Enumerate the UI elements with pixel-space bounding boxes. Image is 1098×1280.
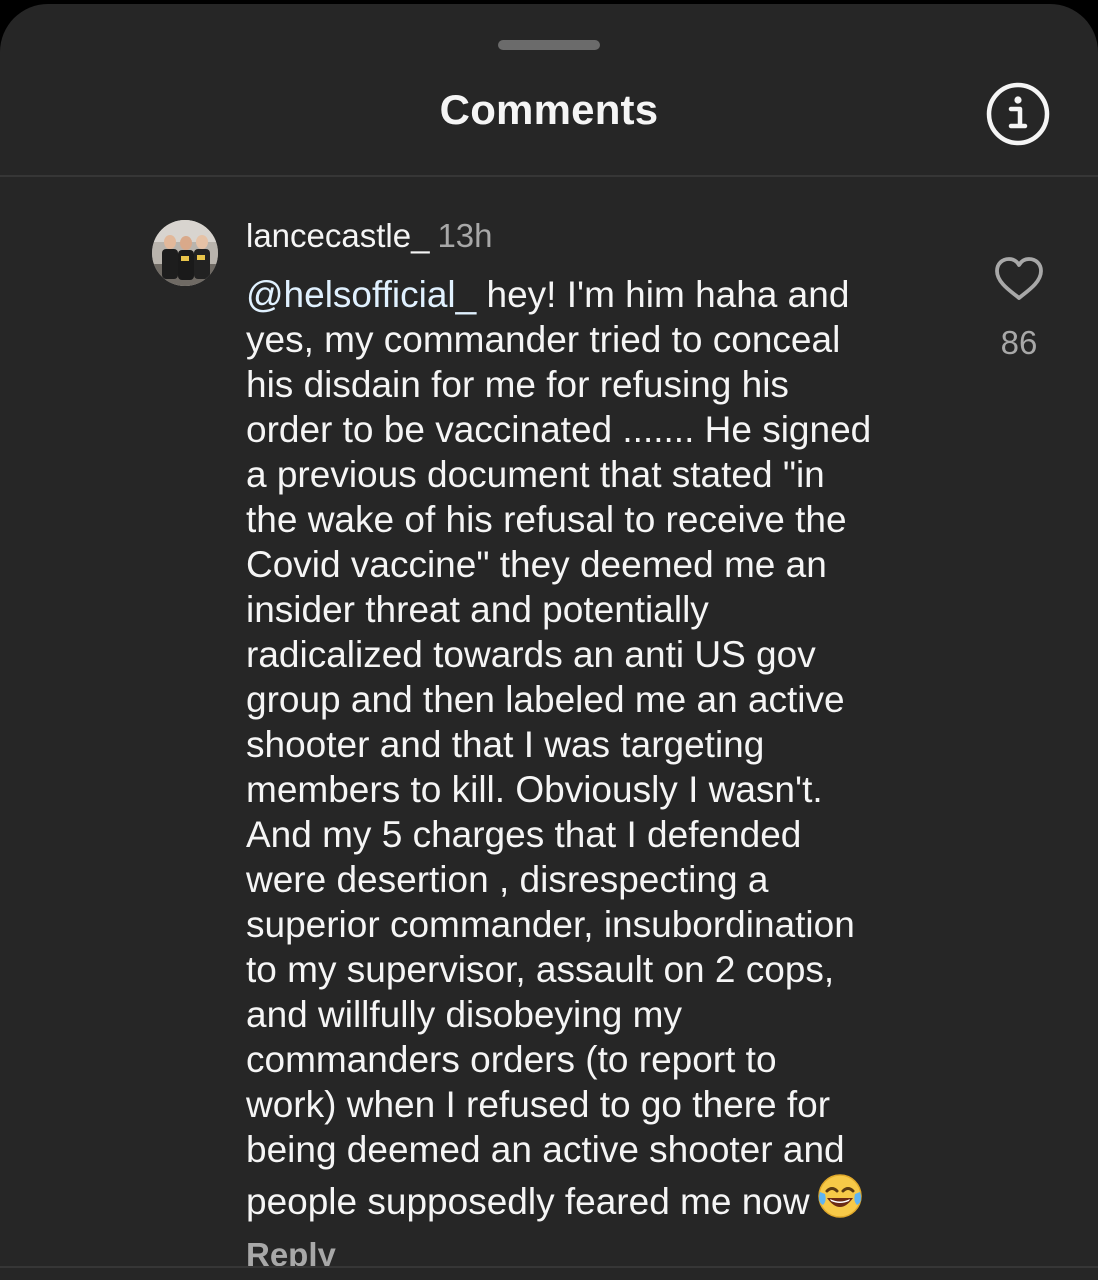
heart-icon[interactable] xyxy=(992,254,1046,304)
comment-username[interactable]: lancecastle_ xyxy=(246,217,429,254)
header-divider xyxy=(0,175,1098,177)
sheet-drag-handle[interactable] xyxy=(498,40,600,50)
comment-text: hey! I'm him haha and yes, my commander … xyxy=(246,274,872,1222)
comment-timestamp: 13h xyxy=(437,217,493,254)
comment: lancecastle_ 13h @helsofficial_ hey! I'm … xyxy=(246,216,966,1230)
mention-link[interactable]: @helsofficial_ xyxy=(246,274,476,315)
info-icon[interactable] xyxy=(985,81,1051,147)
like-count: 86 xyxy=(1000,324,1038,361)
bottom-divider xyxy=(0,1266,1098,1280)
page-title: Comments xyxy=(439,86,659,133)
comment-body: @helsofficial_ hey! I'm him haha and yes… xyxy=(246,272,966,1230)
comment-meta: lancecastle_ 13h xyxy=(246,216,966,256)
avatar[interactable] xyxy=(152,220,218,286)
comments-sheet: Comments lancecastle_13h @helsofficial_ xyxy=(0,4,1098,1280)
laughing-emoji-icon xyxy=(816,1172,864,1230)
